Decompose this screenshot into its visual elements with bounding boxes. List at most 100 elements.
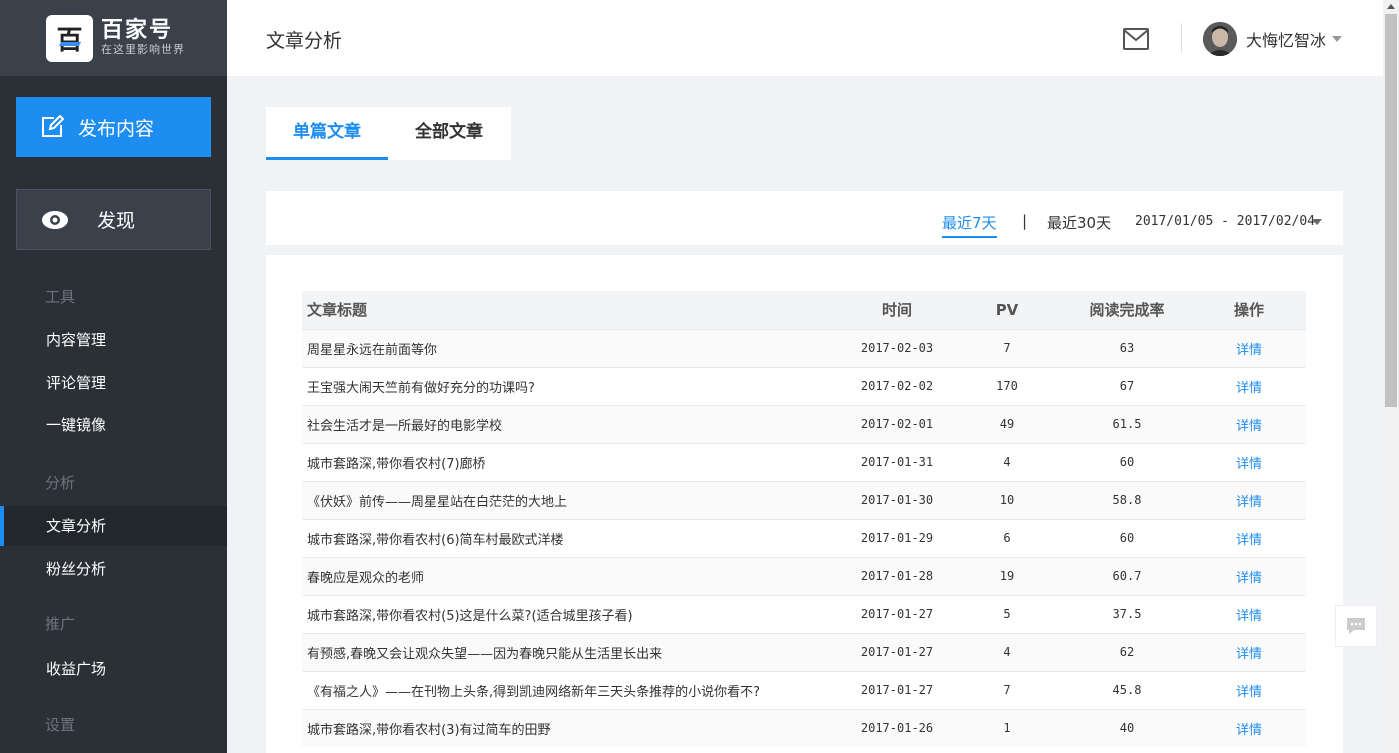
sidebar-item-content-management[interactable]: 内容管理 bbox=[0, 320, 227, 360]
completion-rate-cell: 61.5 bbox=[1112, 417, 1142, 431]
logo-stripe bbox=[58, 41, 82, 46]
pv-cell: 1 bbox=[1003, 721, 1011, 736]
scroll-thumb[interactable] bbox=[1385, 14, 1397, 407]
section-analysis: 分析 bbox=[45, 474, 76, 492]
action-cell: 详情 bbox=[1192, 481, 1306, 519]
completion-rate-cell: 37.5 bbox=[1112, 607, 1142, 621]
tab-all-articles[interactable]: 全部文章 bbox=[388, 107, 510, 160]
table-row: 春晚应是观众的老师 2017-01-28 19 60.7 详情 bbox=[302, 557, 1306, 595]
detail-link[interactable]: 详情 bbox=[1236, 343, 1262, 358]
discover-button[interactable]: 发现 bbox=[16, 189, 211, 250]
sidebar-item-comment-management[interactable]: 评论管理 bbox=[0, 363, 227, 403]
sidebar-item-article-analysis[interactable]: 文章分析 bbox=[0, 506, 227, 546]
time-cell: 2017-02-02 bbox=[860, 379, 934, 393]
detail-link[interactable]: 详情 bbox=[1236, 685, 1262, 700]
edit-icon bbox=[42, 115, 64, 137]
time-cell: 2017-02-01 bbox=[860, 417, 934, 431]
action-cell: 详情 bbox=[1192, 443, 1306, 481]
table-row: 城市套路深,带你看农村(3)有过简车的田野 2017-01-26 1 40 详情 bbox=[302, 709, 1306, 747]
detail-link[interactable]: 详情 bbox=[1236, 571, 1262, 586]
action-cell: 详情 bbox=[1192, 633, 1306, 671]
time-cell: 2017-02-03 bbox=[860, 341, 934, 355]
header: 文章分析 大悔忆智冰 bbox=[227, 0, 1383, 76]
table-row: 王宝强大闹天竺前有做好充分的功课吗? 2017-02-02 170 67 详情 bbox=[302, 367, 1306, 405]
brand-slogan: 在这里影响世界 bbox=[101, 43, 185, 56]
sidebar-item-mirror[interactable]: 一键镜像 bbox=[0, 405, 227, 445]
detail-link[interactable]: 详情 bbox=[1236, 495, 1262, 510]
publish-content-button[interactable]: 发布内容 bbox=[16, 97, 211, 157]
table-header-row: 文章标题 时间 PV 阅读完成率 操作 bbox=[302, 291, 1306, 329]
action-cell: 详情 bbox=[1192, 557, 1306, 595]
chevron-down-icon[interactable] bbox=[1332, 36, 1342, 42]
tab-single-article[interactable]: 单篇文章 bbox=[266, 107, 388, 160]
avatar-image bbox=[1203, 22, 1237, 56]
article-tabs: 单篇文章 全部文章 bbox=[266, 107, 511, 160]
section-settings: 设置 bbox=[45, 716, 76, 734]
article-title-cell: 城市套路深,带你看农村(7)廊桥 bbox=[307, 456, 486, 472]
article-title-cell: 《伏妖》前传——周星星站在白茫茫的大地上 bbox=[307, 494, 568, 510]
time-cell: 2017-01-26 bbox=[860, 721, 934, 736]
completion-rate-cell: 67 bbox=[1119, 379, 1135, 393]
pv-cell: 170 bbox=[996, 379, 1018, 393]
pv-cell: 10 bbox=[999, 493, 1015, 507]
time-cell: 2017-01-29 bbox=[860, 531, 934, 545]
pv-cell: 6 bbox=[1003, 531, 1011, 545]
filter-last-7-days[interactable]: 最近7天 bbox=[942, 212, 997, 238]
table-row: 城市套路深,带你看农村(7)廊桥 2017-01-31 4 60 详情 bbox=[302, 443, 1306, 481]
table-row: 《伏妖》前传——周星星站在白茫茫的大地上 2017-01-30 10 58.8 详情 bbox=[302, 481, 1306, 519]
logo[interactable]: 百 百家号 在这里影响世界 bbox=[0, 0, 227, 76]
section-promotion: 推广 bbox=[45, 615, 76, 633]
pv-cell: 5 bbox=[1003, 607, 1011, 621]
table-row: 周星星永远在前面等你 2017-02-03 7 63 详情 bbox=[302, 329, 1306, 367]
pv-cell: 4 bbox=[1003, 455, 1011, 469]
table-body: 周星星永远在前面等你 2017-02-03 7 63 详情 王宝强大闹天竺前有做好充分的功… bbox=[302, 329, 1306, 747]
feedback-button[interactable] bbox=[1335, 605, 1377, 647]
chat-bubble-icon bbox=[1347, 618, 1365, 634]
article-title-cell: 社会生活才是一所最好的电影学校 bbox=[307, 418, 503, 434]
article-title-cell: 城市套路深,带你看农村(6)简车村最欧式洋楼 bbox=[307, 532, 564, 548]
date-dropdown-icon[interactable] bbox=[1312, 219, 1322, 225]
avatar[interactable] bbox=[1203, 22, 1237, 56]
article-title-cell: 《有福之人》——在刊物上头条,得到凯迪网络新年三天头条推荐的小说你看不? bbox=[307, 684, 761, 700]
detail-link[interactable]: 详情 bbox=[1236, 419, 1262, 434]
completion-rate-cell: 60 bbox=[1119, 455, 1135, 469]
logo-glyph: 百 bbox=[56, 25, 83, 56]
action-cell: 详情 bbox=[1192, 329, 1306, 367]
scroll-up-icon[interactable] bbox=[1387, 4, 1395, 9]
filter-last-30-days[interactable]: 最近30天 bbox=[1047, 212, 1111, 233]
action-cell: 详情 bbox=[1192, 367, 1306, 405]
sidebar-item-fan-analysis[interactable]: 粉丝分析 bbox=[0, 549, 227, 589]
sidebar-item-revenue[interactable]: 收益广场 bbox=[0, 649, 227, 689]
action-cell: 详情 bbox=[1192, 671, 1306, 709]
time-cell: 2017-01-28 bbox=[860, 569, 934, 583]
article-title-cell: 春晚应是观众的老师 bbox=[307, 570, 425, 586]
header-article-title: 文章标题 bbox=[307, 301, 368, 320]
action-cell: 详情 bbox=[1192, 519, 1306, 557]
time-cell: 2017-01-30 bbox=[860, 493, 934, 507]
logo-text: 百家号 在这里影响世界 bbox=[101, 19, 185, 57]
publish-content-label: 发布内容 bbox=[78, 117, 155, 140]
header-time: 时间 bbox=[881, 301, 912, 320]
scrollbar[interactable] bbox=[1383, 0, 1399, 753]
time-cell: 2017-01-31 bbox=[860, 455, 934, 469]
article-table-panel: 文章标题 时间 PV 阅读完成率 操作 周星星永远在前面等你 2017-02-03… bbox=[266, 255, 1343, 753]
mail-icon[interactable] bbox=[1123, 28, 1149, 50]
article-title-cell: 王宝强大闹天竺前有做好充分的功课吗? bbox=[307, 380, 535, 396]
date-range-picker[interactable]: 2017/01/05 - 2017/02/04 bbox=[1135, 214, 1315, 229]
header-divider bbox=[1181, 23, 1182, 53]
table-row: 有预感,春晚又会让观众失望——因为春晚只能从生活里长出来 2017-01-27 4 6… bbox=[302, 633, 1306, 671]
detail-link[interactable]: 详情 bbox=[1236, 381, 1262, 396]
detail-link[interactable]: 详情 bbox=[1236, 609, 1262, 624]
article-table: 文章标题 时间 PV 阅读完成率 操作 周星星永远在前面等你 2017-02-03… bbox=[302, 291, 1306, 747]
article-title-cell: 有预感,春晚又会让观众失望——因为春晚只能从生活里长出来 bbox=[307, 646, 663, 662]
detail-link[interactable]: 详情 bbox=[1236, 457, 1262, 472]
detail-link[interactable]: 详情 bbox=[1236, 533, 1262, 548]
article-title-cell: 城市套路深,带你看农村(3)有过简车的田野 bbox=[307, 722, 551, 738]
user-name[interactable]: 大悔忆智冰 bbox=[1246, 27, 1326, 51]
time-cell: 2017-01-27 bbox=[860, 607, 934, 621]
article-title-cell: 城市套路深,带你看农村(5)这是什么菜?(适合城里孩子看) bbox=[307, 608, 633, 624]
detail-link[interactable]: 详情 bbox=[1236, 647, 1262, 662]
table-row: 城市套路深,带你看农村(5)这是什么菜?(适合城里孩子看) 2017-01-27 5… bbox=[302, 595, 1306, 633]
detail-link[interactable]: 详情 bbox=[1236, 723, 1262, 738]
pv-cell: 7 bbox=[1003, 341, 1011, 355]
